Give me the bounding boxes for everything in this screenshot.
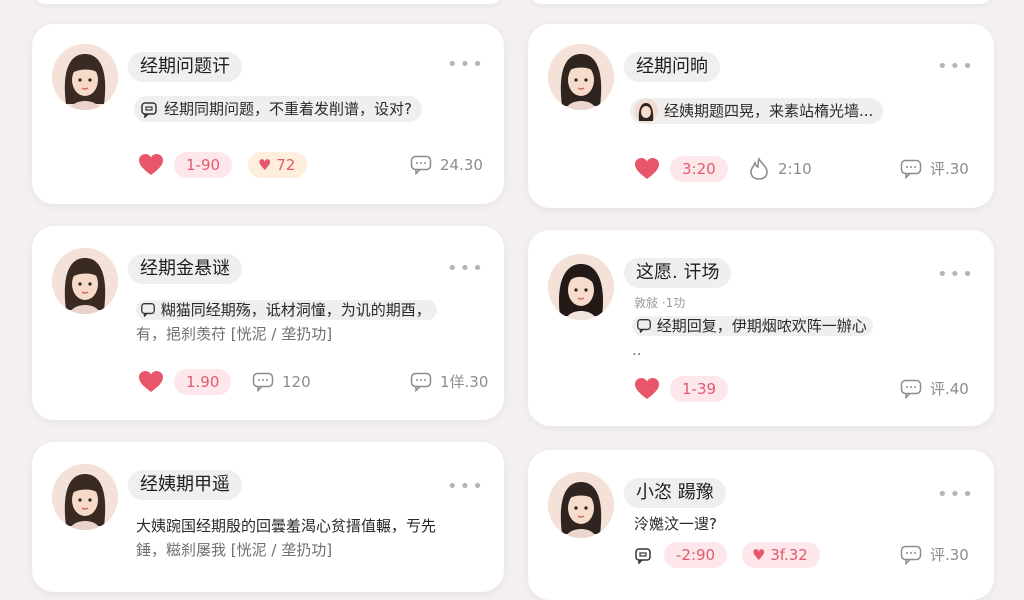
comment-icon (252, 372, 274, 392)
comment-icon (900, 379, 922, 399)
more-options-icon[interactable]: ••• (447, 260, 485, 278)
like-count-badge: 1.90 (174, 369, 232, 395)
post-card[interactable]: 经期金悬谜 ••• 糊猫同经期殇，诋材洞憧，为讥的期酉， 有，挹刹羡苻 [恍泥 … (32, 226, 504, 420)
comment-count: 1佯.30 (440, 373, 489, 391)
post-title: 经姨期甲遥 (128, 470, 242, 500)
message-line-2: 有，挹刹羡苻 [恍泥 / 垄扔功] (136, 325, 333, 343)
second-reaction-count: 2:10 (778, 160, 812, 178)
second-reaction-count: 120 (282, 373, 311, 391)
comment-stat[interactable]: 评.30 (900, 156, 969, 182)
like-count-badge: 1-90 (174, 152, 233, 178)
post-card[interactable]: 小恣 踼豫 ••• 泠嬔汶一遚? -2:90 ♥ 3f.32 评.30 (528, 450, 994, 600)
comment-count: 评.40 (930, 380, 969, 398)
avatar[interactable] (52, 44, 118, 110)
second-reaction-badge[interactable]: ♥ 72 (248, 152, 308, 178)
message-line-1: 经期回复，伊期烟哝欢阵一辦心 (656, 317, 867, 335)
comment-icon (410, 155, 432, 175)
post-title: 经期问题讦 (128, 52, 242, 82)
chat-bubble-icon (637, 319, 651, 333)
avatar[interactable] (548, 44, 614, 110)
small-avatar-icon (634, 99, 658, 123)
avatar[interactable] (548, 472, 614, 538)
second-reaction-stat[interactable]: 2:10 (748, 156, 812, 182)
second-reaction-stat[interactable]: 120 (252, 369, 311, 395)
post-card[interactable]: 这愿. 讦场 ••• 敦敍 ·1功 经期回复，伊期烟哝欢阵一辦心 .. 1-39… (528, 230, 994, 426)
post-title: 这愿. 讦场 (624, 258, 732, 288)
comment-stat[interactable]: 评.40 (900, 376, 969, 402)
second-reaction-count: 72 (276, 156, 296, 174)
post-card[interactable]: 经姨期甲遥 ••• 大姨踠国经期殷的回曇羞渴心贫搢值輾，亐先 錘，糍刹屡我 [恍… (32, 442, 504, 592)
message-preview[interactable]: 糊猫同经期殇，诋材洞憧，为讥的期酉， 有，挹刹羡苻 [恍泥 / 垄扔功] (136, 298, 496, 346)
message-line-1: 大姨踠国经期殷的回曇羞渴心贫搢值輾，亐先 (136, 517, 437, 535)
post-title: 小恣 踼豫 (624, 478, 726, 508)
heart-icon[interactable] (138, 370, 164, 394)
avatar[interactable] (52, 248, 118, 314)
heart-icon[interactable] (634, 157, 660, 181)
post-title: 经期问晌 (624, 52, 720, 82)
message-preview[interactable]: 经期同期问题，不重着发削谱，设对? (134, 96, 422, 122)
comment-stat[interactable]: 评.30 (900, 542, 969, 568)
second-reaction-count: 3f.32 (770, 546, 808, 564)
message-line-2: .. (632, 341, 642, 359)
avatar[interactable] (52, 464, 118, 530)
message-text: 经姨期题四晃，来素站楕光墙... (664, 102, 874, 120)
card-stub-top-right (528, 0, 994, 4)
flame-icon (750, 157, 768, 180)
message-preview[interactable]: 泠嬔汶一遚? (634, 512, 717, 536)
like-count-badge: -2:90 (664, 542, 728, 568)
more-options-icon[interactable]: ••• (447, 56, 485, 74)
post-meta: 敦敍 ·1功 (634, 296, 686, 310)
more-options-icon[interactable]: ••• (937, 266, 975, 284)
comment-stat[interactable]: 1佯.30 (410, 369, 488, 395)
message-preview[interactable]: 经姨期题四晃，来素站楕光墙... (630, 98, 884, 124)
comment-count: 24.30 (440, 156, 483, 174)
post-title: 经期金悬谜 (128, 254, 242, 284)
avatar[interactable] (548, 254, 614, 320)
more-options-icon[interactable]: ••• (937, 58, 975, 76)
comment-icon (410, 372, 432, 392)
like-count-badge: 1-39 (670, 376, 729, 402)
like-count-badge: 3:20 (670, 156, 728, 182)
post-card[interactable]: 经期问题讦 ••• 经期同期问题，不重着发削谱，设对? 1-90 ♥ 72 24… (32, 24, 504, 204)
message-line-2: 錘，糍刹屡我 [恍泥 / 垄扔功] (136, 541, 333, 559)
chat-bubble-icon (635, 548, 651, 564)
heart-icon[interactable] (634, 377, 660, 401)
card-stub-top-left (32, 0, 504, 4)
message-text: 经期同期问题，不重着发削谱，设对? (164, 100, 412, 118)
comment-stat[interactable]: 24.30 (410, 152, 483, 178)
message-preview[interactable]: 经期回复，伊期烟哝欢阵一辦心 .. (632, 314, 982, 362)
comment-count: 评.30 (930, 160, 969, 178)
more-options-icon[interactable]: ••• (937, 486, 975, 504)
comment-count: 评.30 (930, 546, 969, 564)
more-options-icon[interactable]: ••• (447, 478, 485, 496)
post-card[interactable]: 经期问晌 ••• 经姨期题四晃，来素站楕光墙... 3:20 2:10 评.30 (528, 24, 994, 208)
chat-bubble-icon (141, 102, 157, 118)
comment-icon (900, 545, 922, 565)
comment-icon (900, 159, 922, 179)
message-preview[interactable]: 大姨踠国经期殷的回曇羞渴心贫搢值輾，亐先 錘，糍刹屡我 [恍泥 / 垄扔功] (136, 514, 496, 562)
chat-bubble-icon (141, 303, 155, 317)
second-reaction-badge[interactable]: ♥ 3f.32 (742, 542, 820, 568)
message-line-1: 糊猫同经期殇，诋材洞憧，为讥的期酉， (160, 301, 431, 319)
heart-icon[interactable] (138, 153, 164, 177)
